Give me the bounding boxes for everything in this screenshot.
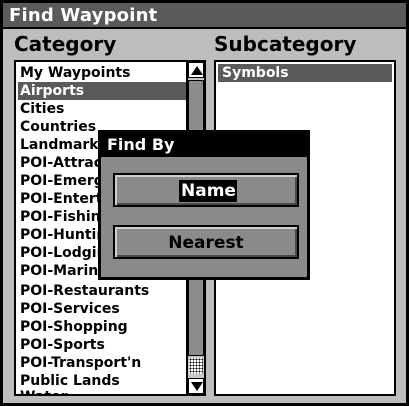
category-item-poi-transport[interactable]: POI-Transport'n <box>18 354 186 372</box>
find-by-name-button[interactable]: Name <box>113 173 299 207</box>
category-item-poi-restaurants[interactable]: POI-Restaurants <box>18 282 186 300</box>
name-button-label: Name <box>179 180 237 202</box>
subcategory-item-symbols[interactable]: Symbols <box>218 64 392 82</box>
scroll-down-button[interactable] <box>188 378 204 394</box>
arrow-up-icon <box>191 66 203 75</box>
arrow-down-icon <box>191 382 203 391</box>
scroll-track[interactable] <box>189 358 203 374</box>
category-item-my-waypoints[interactable]: My Waypoints <box>18 64 186 82</box>
category-item-cities[interactable]: Cities <box>18 100 186 118</box>
scroll-up-button[interactable] <box>188 62 204 78</box>
find-by-nearest-button[interactable]: Nearest <box>113 225 299 259</box>
find-by-dialog: Find By Name Nearest <box>98 130 310 280</box>
category-item-airports[interactable]: Airports <box>18 82 186 100</box>
category-item-poi-sports[interactable]: POI-Sports <box>18 336 186 354</box>
window-title: Find Waypoint <box>9 5 158 26</box>
nearest-button-label: Nearest <box>168 233 244 253</box>
subcategory-heading: Subcategory <box>214 32 357 56</box>
category-heading: Category <box>14 32 117 56</box>
dialog-title: Find By <box>107 135 175 154</box>
category-item-poi-services[interactable]: POI-Services <box>18 300 186 318</box>
category-item-poi-shopping[interactable]: POI-Shopping <box>18 318 186 336</box>
title-bar: Find Waypoint <box>3 3 406 29</box>
category-item-water[interactable]: Water <box>18 388 186 394</box>
dialog-title-bar: Find By <box>101 133 307 157</box>
